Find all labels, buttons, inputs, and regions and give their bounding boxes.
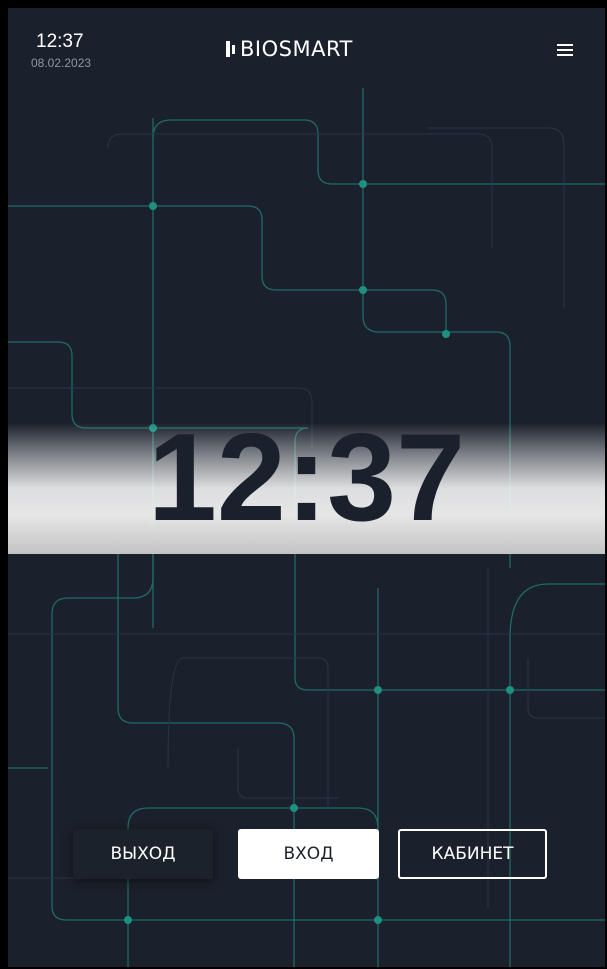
device-screen: 12:37 12:37 08.02.2023 BIOSMART ВЫХОД ВХ… bbox=[8, 8, 605, 967]
main-clock: 12:37 bbox=[147, 409, 466, 547]
logo-text: BIOSMART bbox=[240, 37, 353, 61]
logo-mark-icon bbox=[226, 41, 235, 57]
cabinet-button[interactable]: КАБИНЕТ bbox=[398, 829, 547, 879]
status-date: 08.02.2023 bbox=[31, 56, 92, 70]
exit-button[interactable]: ВЫХОД bbox=[73, 829, 213, 879]
status-time: 12:37 bbox=[36, 31, 84, 52]
brand-logo: BIOSMART bbox=[226, 38, 353, 60]
enter-button[interactable]: ВХОД bbox=[238, 829, 379, 879]
hamburger-menu-icon[interactable] bbox=[557, 44, 573, 56]
